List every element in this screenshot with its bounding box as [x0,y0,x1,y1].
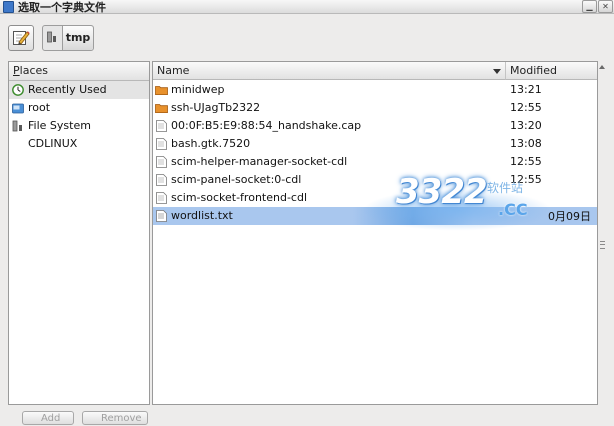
drive-icon[interactable] [47,31,57,43]
home-folder-icon [12,103,24,114]
file-row-scim-panel[interactable]: scim-panel-socket:0-cdl 12:55 [153,171,597,189]
file-icon [156,156,167,168]
sort-descending-icon [493,69,501,74]
file-modified-wordlist: 0月09日 [548,210,591,223]
file-row-scim-helper[interactable]: scim-helper-manager-socket-cdl 12:55 [153,153,597,171]
place-label: root [28,101,51,114]
file-row-bash-gtk[interactable]: bash.gtk.7520 13:08 [153,135,597,153]
modified-column-header[interactable]: Modified [506,62,597,80]
file-list: Name Modified minidwep 13:21 ssh-UJagTb2… [152,61,598,405]
minimize-icon: ▁ [586,2,593,11]
window-title: 选取一个字典文件 [18,1,106,14]
file-row-handshake[interactable]: 00:0F:B5:E9:88:54_handshake.cap 13:20 [153,117,597,135]
pencil-icon [13,31,30,45]
place-file-system[interactable]: File System [9,117,149,135]
drive-icon [12,120,22,132]
minimize-button[interactable]: ▁ [582,0,597,13]
text-file-icon [156,210,167,222]
file-icon [156,174,167,186]
close-button[interactable]: ✕ [598,0,613,13]
file-row-minidwep[interactable]: minidwep 13:21 [153,81,597,99]
title-bar: 选取一个字典文件 ▁ ✕ [0,0,614,14]
places-pane: Places Recently Used root File System CD… [8,61,150,405]
add-bookmark-button[interactable]: Add [22,411,74,425]
remove-bookmark-button[interactable]: Remove [82,411,148,425]
places-header[interactable]: Places [9,62,149,81]
file-list-scrollbar[interactable] [597,61,608,403]
path-bar: tmp [42,25,94,51]
file-row-ssh[interactable]: ssh-UJagTb2322 12:55 [153,99,597,117]
place-label: File System [28,119,91,132]
path-segment-tmp-button[interactable]: tmp [63,26,93,50]
name-column-header[interactable]: Name [153,62,506,80]
file-icon [156,138,167,150]
place-label: CDLINUX [28,137,78,150]
place-root[interactable]: root [9,99,149,117]
file-row-scim-socket[interactable]: scim-socket-frontend-cdl [153,189,597,207]
folder-icon [155,86,168,95]
place-recently-used[interactable]: Recently Used [9,81,149,99]
type-filename-toggle-button[interactable] [8,25,34,51]
recent-icon [12,84,24,96]
scroll-grip-icon[interactable] [600,241,605,249]
file-icon [156,120,167,132]
scroll-up-icon[interactable] [599,65,605,69]
file-icon [156,192,167,204]
folder-icon [155,104,168,113]
place-cdlinux[interactable]: CDLINUX [9,135,149,153]
place-label: Recently Used [28,83,107,96]
file-row-wordlist[interactable]: wordlist.txt [153,207,597,225]
close-icon: ✕ [602,2,609,11]
window-icon [3,1,14,13]
